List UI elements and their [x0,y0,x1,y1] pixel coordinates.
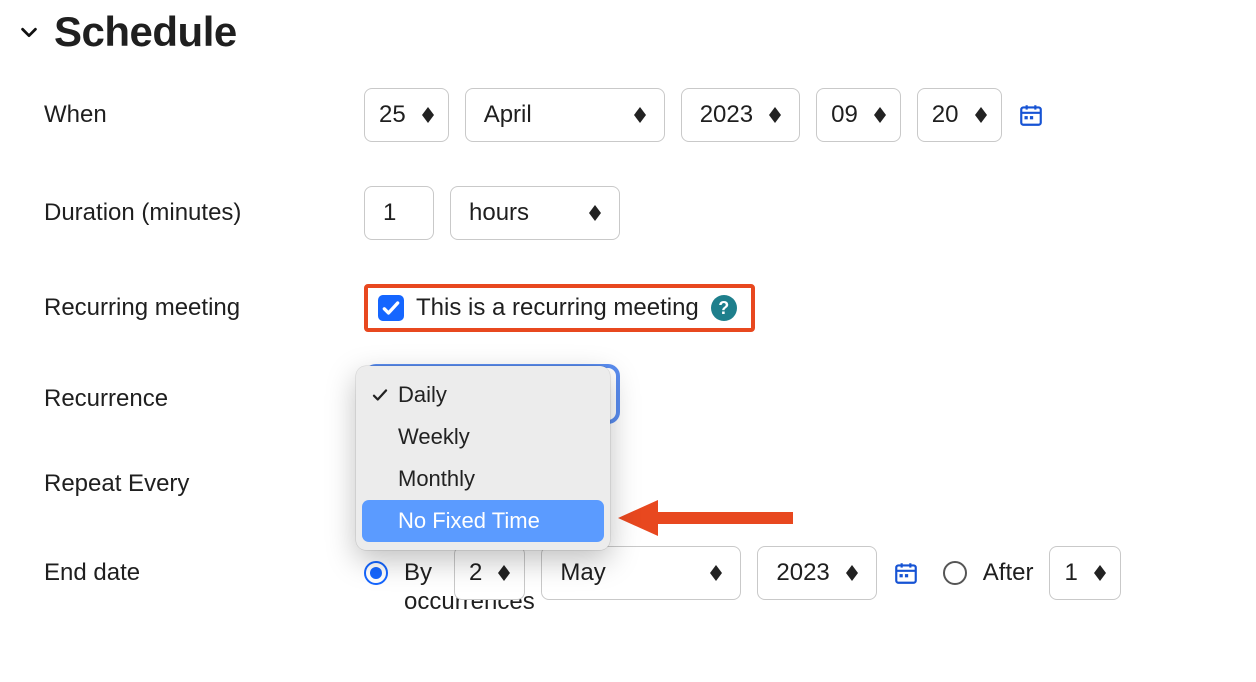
spinner-icon [634,107,646,123]
spinner-icon [498,565,510,581]
when-month-select[interactable]: April [465,88,665,142]
duration-unit-select[interactable]: hours [450,186,620,240]
end-date-day-value: 2 [469,559,482,587]
schedule-section-header[interactable]: Schedule [18,8,1238,56]
end-date-after-label: After [983,559,1034,587]
help-icon[interactable]: ? [711,295,737,321]
spinner-icon [975,107,987,123]
row-when: When 25 April 2023 [18,88,1238,142]
calendar-icon[interactable] [893,560,919,586]
label-when: When [44,101,364,129]
recurring-checkbox[interactable] [378,295,404,321]
spinner-icon [769,107,781,123]
annotation-arrow-icon [618,498,798,538]
row-repeat-every: Repeat Every [18,470,1238,498]
spinner-icon [874,107,886,123]
end-date-after-radio[interactable] [943,561,967,585]
checkmark-icon [370,386,390,404]
label-end-date: End date [44,559,364,587]
when-day-value: 25 [379,101,406,129]
recurring-highlight: This is a recurring meeting ? [364,284,755,332]
end-date-year-value: 2023 [776,559,829,587]
when-month-value: April [484,101,618,129]
section-title: Schedule [54,8,237,56]
when-day-select[interactable]: 25 [364,88,449,142]
end-date-by-radio[interactable] [364,561,388,585]
end-date-by-label: By [404,559,432,587]
row-recurring: Recurring meeting This is a recurring me… [18,284,1238,332]
label-recurrence: Recurrence [44,385,364,413]
duration-value-input[interactable]: 1 [364,186,434,240]
when-year-select[interactable]: 2023 [681,88,800,142]
recurrence-option-label: Monthly [398,466,475,492]
recurrence-option-no-fixed-time[interactable]: No Fixed Time [362,500,604,542]
label-repeat-every: Repeat Every [44,470,364,498]
end-date-after-count-select[interactable]: 1 [1049,546,1120,600]
chevron-down-icon [18,21,40,43]
spinner-icon [422,107,434,123]
label-recurring: Recurring meeting [44,294,364,322]
label-duration: Duration (minutes) [44,199,364,227]
spinner-icon [1094,565,1106,581]
spinner-icon [846,565,858,581]
when-hour-value: 09 [831,101,858,129]
recurrence-dropdown: Daily Weekly Monthly No Fixed Time [356,366,610,550]
spinner-icon [589,205,601,221]
duration-value: 1 [383,199,396,227]
spinner-icon [710,565,722,581]
duration-unit-value: hours [469,199,573,227]
when-minute-select[interactable]: 20 [917,88,1002,142]
recurrence-option-label: Daily [398,382,447,408]
recurrence-option-daily[interactable]: Daily [362,374,604,416]
recurrence-option-monthly[interactable]: Monthly [362,458,604,500]
calendar-icon[interactable] [1018,102,1044,128]
end-date-day-select[interactable]: 2 [454,546,525,600]
recurrence-option-weekly[interactable]: Weekly [362,416,604,458]
when-hour-select[interactable]: 09 [816,88,901,142]
end-date-month-value: May [560,559,694,587]
end-date-after-count-value: 1 [1064,559,1077,587]
end-date-month-select[interactable]: May [541,546,741,600]
end-date-year-select[interactable]: 2023 [757,546,876,600]
row-duration: Duration (minutes) 1 hours [18,186,1238,240]
when-year-value: 2023 [700,101,753,129]
recurrence-option-label: No Fixed Time [398,508,540,534]
when-minute-value: 20 [932,101,959,129]
recurrence-option-label: Weekly [398,424,470,450]
recurring-checkbox-label: This is a recurring meeting [416,294,699,322]
row-recurrence: Recurrence Daily Weekly Monthly [18,372,1238,426]
